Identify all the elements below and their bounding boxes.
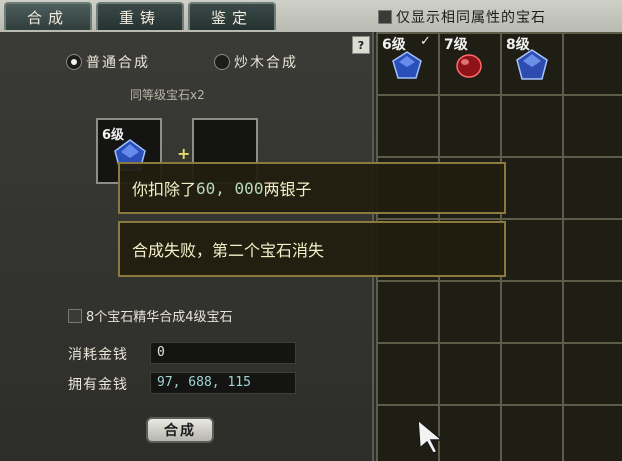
mode-normal-label: 普通合成 <box>86 55 150 71</box>
mouse-cursor-icon <box>417 418 445 454</box>
owned-value: 97, 688, 115 <box>150 372 296 394</box>
essence-option[interactable]: 8个宝石精华合成4级宝石 <box>68 306 233 325</box>
essence-label: 8个宝石精华合成4级宝石 <box>86 310 233 325</box>
help-button[interactable]: ? <box>352 36 370 54</box>
failure-text: 合成失败，第二个宝石消失 <box>132 241 325 260</box>
check-icon: ✓ <box>420 34 431 49</box>
filter-checkbox[interactable] <box>378 10 392 24</box>
plus-sign: + <box>177 144 191 163</box>
red-gem-icon[interactable] <box>452 50 486 80</box>
same-attribute-filter[interactable]: 仅显示相同属性的宝石 <box>378 7 546 27</box>
radio-selected-icon <box>66 54 82 70</box>
deduction-message: 你扣除了 60, 000 两银子 <box>118 162 506 214</box>
radio-unselected-icon <box>214 54 230 70</box>
cost-label: 消耗金钱 <box>68 347 128 363</box>
essence-checkbox[interactable] <box>68 308 82 323</box>
tab-compose[interactable]: 合成 <box>4 2 92 30</box>
tab-appraise[interactable]: 鉴定 <box>188 2 276 30</box>
tab-recast[interactable]: 重铸 <box>96 2 184 30</box>
deduction-prefix: 你扣除了 <box>132 180 197 199</box>
blue-gem-icon[interactable] <box>514 48 550 82</box>
mode-special-label: 炒木合成 <box>234 55 298 71</box>
compose-button[interactable]: 合成 <box>146 417 214 443</box>
cost-value: 0 <box>150 342 296 364</box>
failure-message: 合成失败，第二个宝石消失 <box>118 221 506 277</box>
filter-label: 仅显示相同属性的宝石 <box>396 10 546 26</box>
requirement-text: 同等级宝石x2 <box>130 88 205 102</box>
mode-special-radio[interactable]: 炒木合成 <box>214 52 298 72</box>
blue-gem-icon[interactable] <box>390 50 424 80</box>
mode-normal-radio[interactable]: 普通合成 <box>66 52 150 72</box>
deduction-amount: 60, 000 <box>196 178 264 198</box>
deduction-suffix: 两银子 <box>263 180 312 199</box>
owned-label: 拥有金钱 <box>68 377 128 393</box>
